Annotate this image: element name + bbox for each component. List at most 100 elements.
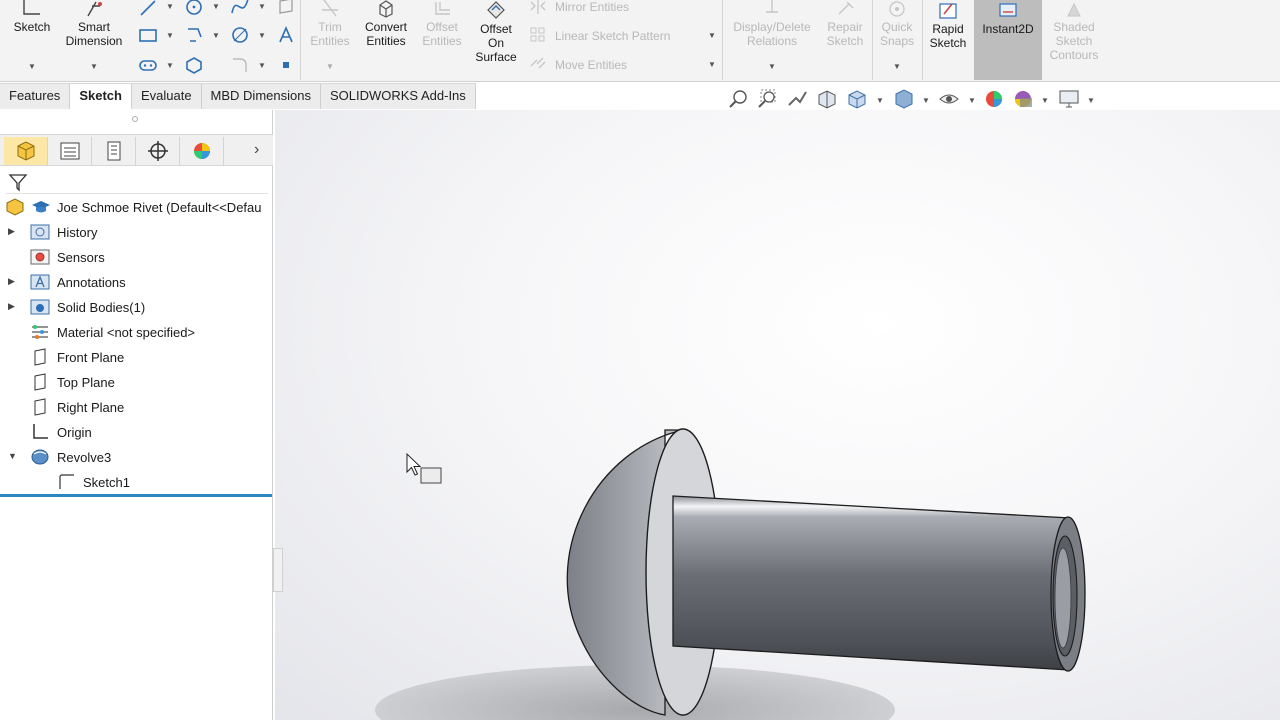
display-delete-relations-button[interactable]: Display/Delete Relations	[726, 0, 818, 48]
move-icon[interactable]	[528, 54, 548, 74]
tab-display-manager[interactable]	[180, 137, 224, 165]
rectangle-dropdown[interactable]: ▼	[166, 31, 174, 40]
rollback-bar[interactable]	[0, 494, 272, 497]
tree-root-part[interactable]: Joe Schmoe Rivet (Default<<Defau	[0, 195, 273, 220]
smart-dimension-button[interactable]: Smart Dimension	[60, 0, 128, 48]
zoom-area-icon[interactable]	[757, 88, 779, 110]
expand-arrow-icon[interactable]: ▶	[8, 226, 15, 237]
tab-sketch[interactable]: Sketch	[70, 83, 132, 109]
monitor-icon[interactable]	[1058, 88, 1080, 110]
cursor-icon	[406, 452, 442, 484]
trim-dropdown[interactable]: ▼	[326, 62, 334, 71]
convert-entities-button[interactable]: Convert Entities	[358, 0, 414, 48]
scene-icon[interactable]	[1012, 88, 1034, 110]
sketch-button[interactable]: Sketch	[6, 0, 58, 34]
rapid-sketch-button[interactable]: Rapid Sketch	[924, 0, 972, 50]
tab-property-manager[interactable]	[48, 137, 92, 165]
quick-snaps-dropdown[interactable]: ▼	[893, 62, 901, 71]
slot-icon[interactable]	[138, 55, 158, 75]
ellipse-dropdown[interactable]: ▼	[258, 31, 266, 40]
ellipse-icon[interactable]	[230, 25, 250, 45]
move-dropdown[interactable]: ▼	[708, 60, 716, 69]
circle-dropdown[interactable]: ▼	[212, 2, 220, 11]
tab-evaluate[interactable]: Evaluate	[131, 83, 202, 109]
trim-entities-button[interactable]: Trim Entities	[304, 0, 356, 48]
point-icon[interactable]	[276, 55, 296, 75]
panel-collapse-handle[interactable]	[132, 116, 138, 122]
monitor-dropdown[interactable]: ▼	[1087, 96, 1095, 105]
tab-solidworks-add-ins[interactable]: SOLIDWORKS Add-Ins	[320, 83, 476, 109]
offset-entities-button[interactable]: Offset Entities	[416, 0, 468, 48]
mirror-entities-button[interactable]: Mirror Entities	[555, 0, 629, 14]
rivet-shaft[interactable]	[672, 495, 1071, 671]
mirror-icon[interactable]	[528, 0, 548, 16]
graphics-area[interactable]	[275, 110, 1280, 720]
plane-icon[interactable]	[276, 0, 296, 17]
linear-sketch-pattern-button[interactable]: Linear Sketch Pattern	[555, 29, 670, 43]
fillet-dropdown[interactable]: ▼	[258, 61, 266, 70]
polygon-tool-icon[interactable]	[184, 55, 204, 75]
tree-item-solid-bodies[interactable]: ▶ Solid Bodies(1)	[0, 295, 273, 320]
offset-surface-label-2: On	[487, 36, 504, 50]
spline-icon[interactable]	[230, 0, 250, 17]
move-entities-button[interactable]: Move Entities	[555, 58, 627, 72]
tree-item-right-plane[interactable]: Right Plane	[0, 395, 273, 420]
previous-view-icon[interactable]	[786, 88, 808, 110]
instant2d-button[interactable]: Instant2D	[974, 0, 1042, 80]
tab-configuration-manager[interactable]	[92, 137, 136, 165]
polygon-icon[interactable]	[184, 25, 204, 45]
polygon-dropdown[interactable]: ▼	[212, 31, 220, 40]
rivet-model[interactable]	[275, 110, 1280, 720]
shaded-sketch-contours-button[interactable]: Shaded Sketch Contours	[1044, 0, 1104, 62]
pattern-icon[interactable]	[528, 25, 548, 45]
text-icon[interactable]	[276, 25, 296, 45]
fillet-icon[interactable]	[230, 55, 250, 75]
tree-item-annotations[interactable]: ▶ Annotations	[0, 270, 273, 295]
line-icon[interactable]	[138, 0, 158, 18]
trim-label-1: Trim	[318, 20, 342, 34]
tree-item-top-plane[interactable]: Top Plane	[0, 370, 273, 395]
display-style-dropdown[interactable]: ▼	[922, 96, 930, 105]
offset-on-surface-button[interactable]: Offset On Surface	[472, 0, 520, 64]
panel-tabs-next[interactable]: ›	[254, 141, 259, 159]
tree-item-revolve3[interactable]: ▼ Revolve3	[0, 445, 273, 470]
instant2d-label: Instant2D	[982, 22, 1034, 36]
tab-mbd-dimensions[interactable]: MBD Dimensions	[201, 83, 321, 109]
tree-item-sketch1[interactable]: Sketch1	[0, 470, 273, 495]
quick-snaps-button[interactable]: Quick Snaps	[874, 0, 920, 48]
tree-filter[interactable]	[6, 170, 268, 194]
repair-sketch-button[interactable]: Repair Sketch	[820, 0, 870, 48]
expand-arrow-icon[interactable]: ▶	[8, 276, 15, 287]
spline-dropdown[interactable]: ▼	[258, 2, 266, 11]
tree-item-history[interactable]: ▶ History	[0, 220, 273, 245]
panel-splitter[interactable]	[273, 548, 283, 592]
scene-dropdown[interactable]: ▼	[1041, 96, 1049, 105]
line-dropdown[interactable]: ▼	[166, 2, 174, 11]
tree-item-origin[interactable]: Origin	[0, 420, 273, 445]
tab-features[interactable]: Features	[0, 83, 71, 109]
expand-arrow-icon[interactable]: ▶	[8, 301, 15, 312]
section-view-icon[interactable]	[816, 88, 838, 110]
view-orientation-icon[interactable]	[845, 88, 867, 110]
display-style-icon[interactable]	[892, 88, 914, 110]
zoom-fit-icon[interactable]	[728, 88, 750, 110]
tree-item-front-plane[interactable]: Front Plane	[0, 345, 273, 370]
tab-feature-manager[interactable]	[4, 137, 48, 165]
collapse-arrow-icon[interactable]: ▼	[8, 451, 17, 461]
hide-show-icon[interactable]	[938, 88, 960, 110]
rectangle-icon[interactable]	[138, 25, 158, 45]
slot-dropdown[interactable]: ▼	[166, 61, 174, 70]
ribbon-separator	[300, 0, 301, 80]
smart-dimension-dropdown[interactable]: ▼	[90, 62, 98, 71]
appearance-icon[interactable]	[983, 88, 1005, 110]
tab-dimxpert-manager[interactable]	[136, 137, 180, 165]
sketch-item-icon	[59, 474, 74, 489]
view-orientation-dropdown[interactable]: ▼	[876, 96, 884, 105]
tree-item-sensors[interactable]: Sensors	[0, 245, 273, 270]
pattern-dropdown[interactable]: ▼	[708, 31, 716, 40]
relations-dropdown[interactable]: ▼	[768, 62, 776, 71]
hide-show-dropdown[interactable]: ▼	[968, 96, 976, 105]
circle-icon[interactable]	[184, 0, 204, 17]
tree-item-material[interactable]: Material <not specified>	[0, 320, 273, 345]
sketch-dropdown[interactable]: ▼	[28, 62, 36, 71]
